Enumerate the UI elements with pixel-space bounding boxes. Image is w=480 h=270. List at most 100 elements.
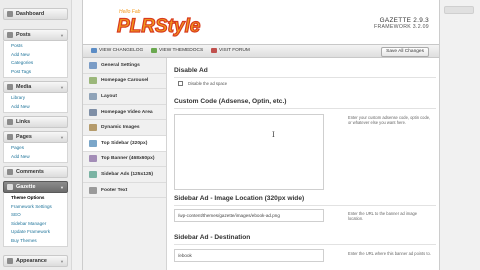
chevron-down-icon[interactable]: ▼	[60, 259, 64, 264]
visit-forum-link[interactable]: VISIT FORUM	[211, 48, 250, 53]
media-icon	[7, 84, 13, 90]
nav-label: Dynamic Images	[101, 125, 140, 131]
submenu-update-framework[interactable]: Update Framework	[4, 228, 67, 237]
nav-general-settings[interactable]: General Settings	[83, 58, 166, 74]
submenu-library[interactable]: Library	[4, 94, 67, 103]
menu-posts-label: Posts	[16, 32, 31, 38]
theme-options-panel: Hello Fab PLRStyle GAZETTE 2.9.3 FRAMEWO…	[82, 0, 440, 270]
view-changelog-label: VIEW CHANGELOG	[99, 48, 144, 53]
menu-appearance-label: Appearance	[16, 258, 47, 264]
menu-appearance[interactable]: Appearance ▼	[3, 255, 68, 267]
nav-footer-text[interactable]: Footer Text	[83, 183, 166, 199]
menu-links[interactable]: Links	[3, 116, 68, 128]
options-nav: General Settings Homepage Carousel Layou…	[83, 58, 167, 270]
menu-links-label: Links	[16, 119, 31, 125]
divider	[174, 108, 436, 109]
disable-ad-checkbox[interactable]	[178, 81, 183, 86]
submenu-add-new-post[interactable]: Add New	[4, 51, 67, 60]
disable-ad-checkbox-label: Disable the ad space	[188, 81, 228, 86]
gazette-submenu: Theme Options Framework Settings SEO Sid…	[3, 193, 68, 247]
destination-title: Sidebar Ad - Destination	[174, 234, 251, 241]
dashboard-icon	[7, 11, 13, 17]
divider	[174, 77, 436, 78]
image-location-description: Enter the URL to the banner ad image loc…	[348, 211, 418, 222]
comments-icon	[7, 169, 13, 175]
submenu-categories[interactable]: Categories	[4, 59, 67, 68]
image-location-title: Sidebar Ad - Image Location (320px wide)	[174, 195, 305, 202]
menu-comments-label: Comments	[16, 169, 44, 175]
nav-layout[interactable]: Layout	[83, 89, 166, 105]
options-toolbar: VIEW CHANGELOG VIEW THEMEDOCS VISIT FORU…	[83, 44, 439, 58]
custom-code-title: Custom Code (Adsense, Optin, etc.)	[174, 98, 287, 105]
nav-sidebar-ads[interactable]: Sidebar Ads (125x125)	[83, 167, 166, 183]
submenu-seo[interactable]: SEO	[4, 211, 67, 220]
view-themedocs-link[interactable]: VIEW THEMEDOCS	[151, 48, 203, 53]
submenu-sidebar-manager[interactable]: Sidebar Manager	[4, 220, 67, 229]
image-location-input[interactable]: /wp-content/themes/gazette/images/ebook-…	[174, 209, 324, 222]
submenu-add-new-media[interactable]: Add New	[4, 103, 67, 112]
text-cursor-icon: I	[272, 131, 275, 139]
video-icon	[89, 108, 97, 116]
menu-gazette-label: Gazette	[16, 184, 36, 190]
submenu-add-new-page[interactable]: Add New	[4, 153, 67, 162]
submenu-posts[interactable]: Posts	[4, 42, 67, 51]
nav-homepage-carousel[interactable]: Homepage Carousel	[83, 74, 166, 90]
posts-icon	[7, 32, 13, 38]
submenu-post-tags[interactable]: Post Tags	[4, 68, 67, 77]
links-icon	[7, 119, 13, 125]
destination-input[interactable]: /ebook	[174, 249, 324, 262]
pages-submenu: Pages Add New	[3, 143, 68, 163]
panel-header: Hello Fab PLRStyle GAZETTE 2.9.3 FRAMEWO…	[83, 0, 439, 44]
chevron-down-icon[interactable]: ▼	[60, 185, 64, 190]
nav-label: General Settings	[101, 62, 140, 68]
destination-description: Enter the URL where this banner ad point…	[348, 251, 431, 256]
submenu-pages[interactable]: Pages	[4, 144, 67, 153]
nav-label: Footer Text	[101, 187, 128, 193]
layout-icon	[89, 92, 97, 100]
nav-label: Sidebar Ads (125x125)	[101, 171, 154, 177]
pages-icon	[7, 134, 13, 140]
menu-dashboard[interactable]: Dashboard	[3, 8, 68, 20]
nav-homepage-video-area[interactable]: Homepage Video Area	[83, 105, 166, 121]
nav-top-sidebar[interactable]: Top Sidebar (320px)	[83, 135, 166, 152]
chevron-down-icon[interactable]: ▼	[60, 85, 64, 90]
save-all-changes-button[interactable]: Save All Changes	[381, 47, 429, 57]
posts-submenu: Posts Add New Categories Post Tags	[3, 41, 68, 78]
settings-icon	[89, 61, 97, 69]
menu-posts[interactable]: Posts ▼	[3, 29, 68, 41]
disable-ad-title: Disable Ad	[174, 67, 208, 74]
chevron-down-icon[interactable]: ▼	[60, 33, 64, 38]
logo-text: PLRStyle	[117, 16, 201, 37]
menu-dashboard-label: Dashboard	[16, 11, 45, 17]
media-submenu: Library Add New	[3, 93, 68, 113]
menu-gazette[interactable]: Gazette ▼	[3, 181, 68, 193]
screen: Dashboard Posts ▼ Posts Add New Categori…	[0, 0, 480, 270]
custom-code-textarea[interactable]	[174, 114, 324, 190]
framework-version: FRAMEWORK 3.2.09	[374, 24, 429, 30]
submenu-theme-options[interactable]: Theme Options	[4, 194, 67, 203]
wp-admin-sidebar: Dashboard Posts ▼ Posts Add New Categori…	[0, 0, 72, 270]
document-icon	[91, 48, 97, 53]
nav-label: Top Sidebar (320px)	[101, 140, 148, 146]
appearance-icon	[7, 258, 13, 264]
gazette-icon	[7, 184, 13, 190]
view-changelog-link[interactable]: VIEW CHANGELOG	[91, 48, 143, 53]
ads-icon	[89, 170, 97, 178]
chevron-down-icon[interactable]: ▼	[60, 135, 64, 140]
menu-media-label: Media	[16, 84, 32, 90]
logo-small-text: Hello Fab	[119, 9, 141, 15]
nav-dynamic-images[interactable]: Dynamic Images	[83, 120, 166, 136]
submenu-buy-themes[interactable]: Buy Themes	[4, 237, 67, 246]
custom-code-description: Enter your custom adsense code, optin co…	[348, 115, 431, 126]
right-margin	[440, 0, 480, 270]
divider	[174, 244, 436, 245]
menu-comments[interactable]: Comments	[3, 166, 68, 178]
menu-media[interactable]: Media ▼	[3, 81, 68, 93]
nav-top-banner[interactable]: Top Banner (468x60px)	[83, 152, 166, 168]
images-icon	[89, 124, 97, 132]
help-tab[interactable]	[444, 6, 474, 14]
submenu-framework-settings[interactable]: Framework Settings	[4, 203, 67, 212]
options-content: Disable Ad Disable the ad space Custom C…	[168, 58, 439, 270]
menu-pages[interactable]: Pages ▼	[3, 131, 68, 143]
view-themedocs-label: VIEW THEMEDOCS	[159, 48, 204, 53]
